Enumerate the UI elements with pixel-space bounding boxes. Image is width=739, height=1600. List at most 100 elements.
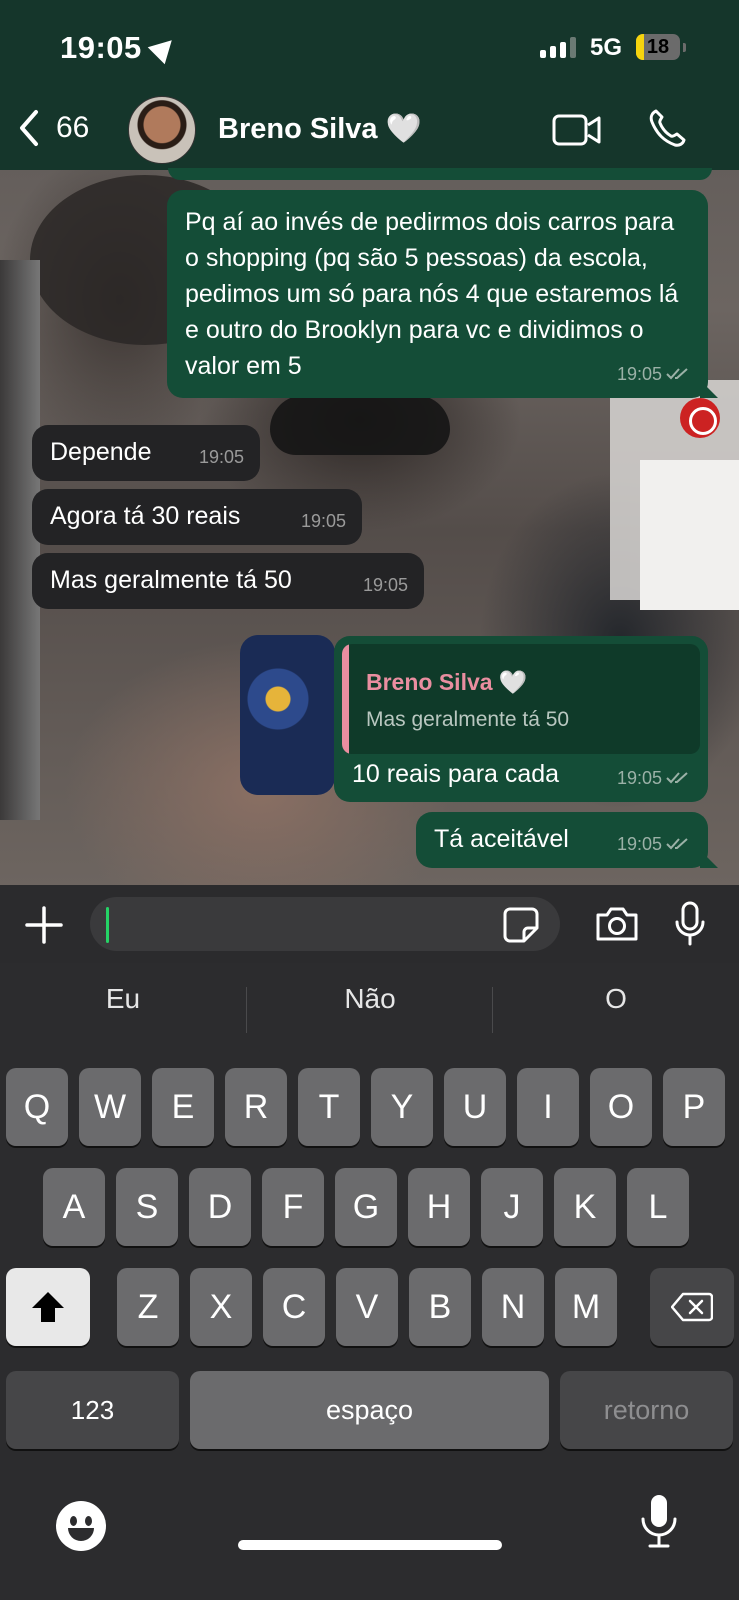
key-i[interactable]: I bbox=[517, 1068, 579, 1146]
quote-accent-bar bbox=[342, 644, 349, 754]
chevron-left-icon bbox=[20, 110, 38, 146]
message-outgoing-reply[interactable]: Breno Silva 🤍 Mas geralmente tá 50 10 re… bbox=[334, 636, 708, 802]
keyboard: Eu Não O QWERTYUIOP ASDFGHJKL ZXCVBNM 12… bbox=[0, 963, 739, 1600]
message-incoming[interactable]: Agora tá 30 reais 19:05 bbox=[32, 489, 362, 545]
network-type: 5G bbox=[590, 34, 623, 61]
key-w[interactable]: W bbox=[79, 1068, 141, 1146]
suggestion-3[interactable]: O bbox=[493, 983, 739, 1015]
message-incoming[interactable]: Mas geralmente tá 50 19:05 bbox=[32, 553, 424, 609]
key-k[interactable]: K bbox=[554, 1168, 616, 1246]
message-outgoing[interactable]: Tá aceitável 19:05 bbox=[416, 812, 708, 868]
numbers-key[interactable]: 123 bbox=[6, 1371, 179, 1449]
chat-header: 66 Breno Silva 🤍 bbox=[0, 96, 739, 170]
shift-key[interactable] bbox=[6, 1268, 90, 1346]
key-l[interactable]: L bbox=[627, 1168, 689, 1246]
key-y[interactable]: Y bbox=[371, 1068, 433, 1146]
key-b[interactable]: B bbox=[409, 1268, 471, 1346]
key-m[interactable]: M bbox=[555, 1268, 617, 1346]
message-incoming[interactable]: Depende 19:05 bbox=[32, 425, 260, 481]
battery-tip bbox=[683, 43, 686, 52]
emoji-mouth bbox=[68, 1528, 94, 1541]
quoted-author: Breno Silva 🤍 bbox=[366, 669, 528, 695]
wallpaper-shelf bbox=[0, 260, 40, 820]
double-check-icon bbox=[666, 772, 688, 784]
message-meta: 19:05 bbox=[617, 760, 692, 796]
delete-key[interactable] bbox=[650, 1268, 734, 1346]
quoted-text: Mas geralmente tá 50 bbox=[366, 708, 570, 731]
key-t[interactable]: T bbox=[298, 1068, 360, 1146]
key-p[interactable]: P bbox=[663, 1068, 725, 1146]
message-time: 19:05 bbox=[616, 834, 662, 854]
status-bar: 19:05 5G 18 bbox=[0, 0, 739, 98]
key-u[interactable]: U bbox=[444, 1068, 506, 1146]
back-button[interactable]: 66 bbox=[14, 108, 89, 148]
video-call-icon[interactable] bbox=[552, 112, 602, 148]
return-key[interactable]: retorno bbox=[560, 1371, 733, 1449]
text-caret bbox=[106, 907, 109, 943]
key-e[interactable]: E bbox=[152, 1068, 214, 1146]
key-h[interactable]: H bbox=[408, 1168, 470, 1246]
message-time: 19:05 bbox=[616, 768, 662, 788]
message-time: 19:05 bbox=[362, 575, 408, 595]
wallpaper-sign bbox=[680, 398, 720, 438]
battery-icon: 18 bbox=[636, 34, 680, 60]
emoji-icon[interactable] bbox=[56, 1501, 106, 1551]
status-time: 19:05 bbox=[60, 30, 142, 65]
key-q[interactable]: Q bbox=[6, 1068, 68, 1146]
key-r[interactable]: R bbox=[225, 1068, 287, 1146]
previous-message-edge bbox=[168, 168, 712, 180]
key-c[interactable]: C bbox=[263, 1268, 325, 1346]
key-s[interactable]: S bbox=[116, 1168, 178, 1246]
unread-count: 66 bbox=[56, 111, 90, 144]
double-check-icon bbox=[666, 368, 688, 380]
message-composer bbox=[0, 885, 739, 963]
shift-arrow-icon bbox=[32, 1292, 64, 1322]
double-check-icon bbox=[666, 838, 688, 850]
message-outgoing[interactable]: Pq aí ao invés de pedirmos dois carros p… bbox=[167, 190, 708, 398]
message-text: 10 reais para cada bbox=[352, 760, 560, 788]
message-meta: 19:05 bbox=[363, 567, 408, 603]
wallpaper-phone bbox=[240, 635, 335, 795]
key-g[interactable]: G bbox=[335, 1168, 397, 1246]
key-d[interactable]: D bbox=[189, 1168, 251, 1246]
key-z[interactable]: Z bbox=[117, 1268, 179, 1346]
contact-avatar[interactable] bbox=[128, 96, 196, 164]
quoted-message[interactable]: Breno Silva 🤍 Mas geralmente tá 50 bbox=[342, 644, 700, 754]
battery-level: 18 bbox=[646, 36, 670, 58]
dictation-mic-icon[interactable] bbox=[640, 1493, 678, 1549]
message-meta: 19:05 bbox=[301, 503, 346, 539]
key-n[interactable]: N bbox=[482, 1268, 544, 1346]
contact-name[interactable]: Breno Silva 🤍 bbox=[218, 112, 422, 146]
suggestion-1[interactable]: Eu bbox=[0, 983, 246, 1015]
message-text: Depende bbox=[50, 438, 152, 466]
key-j[interactable]: J bbox=[481, 1168, 543, 1246]
message-meta: 19:05 bbox=[199, 439, 244, 475]
phone-call-icon[interactable] bbox=[648, 108, 686, 148]
message-time: 19:05 bbox=[198, 447, 244, 467]
plus-icon[interactable] bbox=[24, 905, 64, 945]
space-key[interactable]: espaço bbox=[190, 1371, 549, 1449]
message-text: Tá aceitável bbox=[434, 825, 569, 853]
message-meta: 19:05 bbox=[617, 826, 692, 862]
key-v[interactable]: V bbox=[336, 1268, 398, 1346]
message-time: 19:05 bbox=[300, 511, 346, 531]
key-a[interactable]: A bbox=[43, 1168, 105, 1246]
home-indicator bbox=[238, 1540, 502, 1550]
key-f[interactable]: F bbox=[262, 1168, 324, 1246]
key-x[interactable]: X bbox=[190, 1268, 252, 1346]
message-time: 19:05 bbox=[616, 364, 662, 384]
wallpaper-wall-panel bbox=[640, 460, 739, 610]
key-o[interactable]: O bbox=[590, 1068, 652, 1146]
wallpaper-sunglasses bbox=[270, 395, 450, 455]
sticker-icon[interactable] bbox=[502, 906, 540, 944]
message-text: Pq aí ao invés de pedirmos dois carros p… bbox=[185, 208, 679, 380]
location-arrow-icon bbox=[147, 31, 181, 65]
message-text: Agora tá 30 reais bbox=[50, 502, 241, 530]
backspace-icon bbox=[671, 1292, 713, 1322]
microphone-icon[interactable] bbox=[674, 901, 706, 947]
signal-icon bbox=[540, 36, 576, 58]
suggestion-2[interactable]: Não bbox=[247, 983, 493, 1015]
message-meta: 19:05 bbox=[617, 356, 692, 392]
camera-icon[interactable] bbox=[594, 905, 640, 943]
message-input[interactable] bbox=[90, 897, 560, 951]
